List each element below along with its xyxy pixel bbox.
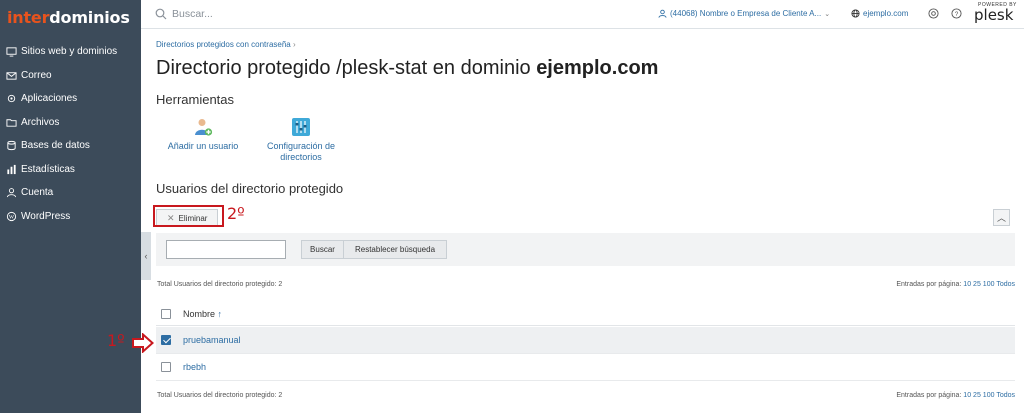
perpage-option-100[interactable]: 100 [983,281,995,288]
breadcrumb[interactable]: Directorios protegidos con contraseña › [156,40,296,49]
table-row[interactable]: pruebamanual [156,327,1015,354]
database-icon [6,140,17,151]
sidebar-item-label: Correo [21,69,52,81]
directory-settings-label-2: directorios [280,152,322,162]
perpage-option-25[interactable]: 25 [973,281,981,288]
chevron-down-icon: ⌄ [824,10,831,18]
add-user-icon [195,119,213,136]
sidebar-item-websites[interactable]: Sitios web y dominios [0,40,141,64]
help-circle-icon[interactable] [928,8,939,19]
row-checkbox[interactable] [161,335,171,345]
plesk-logo: plesk [974,6,1014,24]
row-checkbox[interactable] [161,362,171,372]
account-menu[interactable]: (44068) Nombre o Empresa de Cliente A...… [658,9,830,18]
directory-settings-tool[interactable]: Configuración de directorios [258,117,344,163]
annotation-step-2: 2º [227,204,245,223]
sort-arrow-icon: ↑ [217,309,223,319]
question-icon[interactable]: ? [951,8,962,19]
logo[interactable]: interdominios [7,8,130,27]
annotation-arrow-icon [132,333,154,353]
sidebar-item-databases[interactable]: Bases de datos [0,134,141,158]
sidebar-item-files[interactable]: Archivos [0,111,141,135]
column-name-header[interactable]: Nombre ↑ [183,309,222,319]
user-name-link[interactable]: pruebamanual [183,335,241,345]
reset-search-button[interactable]: Restablecer búsqueda [343,240,447,259]
table-row[interactable]: rbebh [156,354,1015,381]
settings-sliders-icon [292,118,310,136]
sidebar-item-label: Archivos [21,116,60,128]
entries-per-page-bottom: Entradas por página: 10 25 100 Todos [896,392,1015,399]
gear-icon [6,93,17,104]
sidebar-item-account[interactable]: Cuenta [0,181,141,205]
sidebar-item-label: Estadísticas [21,163,75,175]
annotation-highlight-box [153,205,224,227]
globe-icon [851,9,860,18]
entries-per-page-label: Entradas por página: [896,281,964,288]
directory-settings-label-1: Configuración de [266,141,336,151]
table-header: Nombre ↑ [156,302,1015,326]
perpage-option-25[interactable]: 25 [973,392,981,399]
total-count-bottom: Total Usuarios del directorio protegido:… [157,392,283,399]
sidebar-nav: Sitios web y dominios Correo Aplicacione… [0,40,141,228]
sidebar-collapse-toggle[interactable]: ‹ [141,232,151,280]
sidebar-item-label: Cuenta [21,187,54,199]
user-icon [658,9,667,18]
sidebar-item-mail[interactable]: Correo [0,64,141,88]
chevron-up-icon: ︿ [996,213,1006,223]
sidebar: interdominios Sitios web y dominios Corr… [0,0,141,413]
sidebar-item-label: Sitios web y dominios [21,46,118,58]
tools-heading: Herramientas [156,92,235,107]
collapse-list-button[interactable]: ︿ [993,209,1010,226]
sidebar-item-label: WordPress [21,210,71,222]
user-icon [6,187,17,198]
page-title: Directorio protegido /plesk-stat en domi… [156,57,659,79]
perpage-option-all[interactable]: Todos [996,392,1015,399]
svg-text:W: W [9,214,15,220]
annotation-step-1: 1º [107,331,125,350]
perpage-option-10[interactable]: 10 [963,281,971,288]
chart-icon [6,164,17,175]
total-count: Total Usuarios del directorio protegido:… [157,281,283,288]
monitor-icon [6,46,17,57]
perpage-option-100[interactable]: 100 [983,392,995,399]
sidebar-item-statistics[interactable]: Estadísticas [0,158,141,182]
search-icon [155,8,167,20]
user-name-link[interactable]: rbebh [183,362,206,372]
filter-search-input[interactable] [166,240,286,259]
perpage-option-all[interactable]: Todos [996,281,1015,288]
topbar: Buscar... (44068) Nombre o Empresa de Cl… [141,0,1024,29]
sidebar-item-label: Aplicaciones [21,93,78,105]
add-user-label: Añadir un usuario [167,141,239,151]
list-toolbar: ✕ Eliminar [151,206,1015,232]
mail-icon [6,70,17,81]
add-user-tool[interactable]: Añadir un usuario [162,117,244,152]
search-button[interactable]: Buscar [301,240,344,259]
search-filter-panel: Buscar Restablecer búsqueda [156,233,1015,266]
sidebar-item-wordpress[interactable]: W WordPress [0,205,141,229]
entries-per-page-label: Entradas por página: [896,392,964,399]
svg-text:?: ? [955,11,959,18]
search-input[interactable]: Buscar... [172,8,213,20]
sidebar-item-applications[interactable]: Aplicaciones [0,87,141,111]
users-heading: Usuarios del directorio protegido [156,181,344,196]
perpage-option-10[interactable]: 10 [963,392,971,399]
domain-name: ejemplo.com [863,9,909,18]
account-name: (44068) Nombre o Empresa de Cliente A... [670,9,822,18]
wordpress-icon: W [6,211,17,222]
folder-icon [6,117,17,128]
chevron-right-icon: › [292,40,296,49]
domain-switcher[interactable]: ejemplo.com [851,9,908,18]
sidebar-item-label: Bases de datos [21,140,90,152]
entries-per-page: Entradas por página: 10 25 100 Todos [896,281,1015,288]
select-all-checkbox[interactable] [161,309,171,319]
